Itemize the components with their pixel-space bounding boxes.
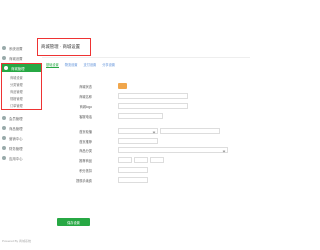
banner-input[interactable] <box>160 128 220 134</box>
apps-icon <box>2 156 6 160</box>
footer: Powered By 商城系统 <box>2 239 32 243</box>
field-label: 提现手续费 <box>76 178 92 183</box>
sidebar-item-label: 商城设置 <box>9 56 23 61</box>
category-select[interactable] <box>118 147 228 153</box>
tab-payment[interactable]: 支付设置 <box>84 62 97 68</box>
box-icon <box>2 126 6 130</box>
form-row-category: 商品分类 <box>70 146 95 154</box>
product-count-input-2[interactable] <box>134 157 148 163</box>
status-toggle[interactable] <box>118 83 127 89</box>
form-row-banner: 首页轮播 <box>70 127 95 135</box>
settings-icon <box>2 46 6 50</box>
field-label: 首页轮播 <box>79 129 92 134</box>
tab-share[interactable]: 分享设置 <box>102 62 115 68</box>
recommend-input[interactable] <box>118 138 158 144</box>
sidebar-item-system[interactable]: 系统设置 <box>2 44 23 52</box>
form-row-name: 商城名称 <box>70 92 95 100</box>
page-title-frame: 商城管理 · 商城设置 <box>37 38 91 56</box>
wallet-icon <box>2 146 6 150</box>
page-title: 商城管理 · 商城设置 <box>41 44 81 49</box>
tab-bar: 基础设置 物流设置 支付设置 分享设置 <box>46 62 115 68</box>
sidebar-item-label: 商品管理 <box>9 126 23 131</box>
sidebar-item-label: 营销中心 <box>9 136 23 141</box>
form-row-fee: 提现手续费 <box>70 176 95 184</box>
form-row-logo: 商城logo <box>70 102 95 110</box>
product-count-input-3[interactable] <box>150 157 164 163</box>
field-label: 推荐商品 <box>79 158 92 163</box>
sidebar-item-apps[interactable]: 应用中心 <box>2 154 23 162</box>
form-row-status: 商城状态 <box>70 82 95 90</box>
sidebar-item-goods[interactable]: 商品管理 <box>2 124 23 132</box>
fee-input[interactable] <box>118 177 148 183</box>
tab-logistics[interactable]: 物流设置 <box>65 62 78 68</box>
megaphone-icon <box>2 136 6 140</box>
field-label: 首页推荐 <box>79 139 92 144</box>
sidebar-item-label: 财务管理 <box>9 146 23 151</box>
form-row-points: 积分抵扣 <box>70 166 95 174</box>
form-row-phone: 客服电话 <box>70 112 95 120</box>
user-icon <box>2 116 6 120</box>
store-icon <box>2 56 6 60</box>
highlight-frame <box>1 63 42 110</box>
form-row-recommend: 首页推荐 <box>70 137 95 145</box>
sidebar-item-members[interactable]: 会员管理 <box>2 114 23 122</box>
field-label: 商城状态 <box>79 84 92 89</box>
sidebar-item-label: 会员管理 <box>9 116 23 121</box>
field-label: 商城logo <box>79 104 92 109</box>
form-row-products: 推荐商品 <box>70 156 95 164</box>
points-input[interactable] <box>118 167 148 173</box>
save-button[interactable]: 保存设置 <box>57 218 90 226</box>
field-label: 商品分类 <box>79 148 92 153</box>
sidebar-item-finance[interactable]: 财务管理 <box>2 144 23 152</box>
product-count-input-1[interactable] <box>118 157 132 163</box>
field-label: 商城名称 <box>79 94 92 99</box>
mall-name-input[interactable] <box>118 93 188 99</box>
header-divider <box>42 57 250 58</box>
sidebar-item-label: 系统设置 <box>9 46 23 51</box>
banner-select[interactable] <box>118 128 158 134</box>
tab-basic[interactable]: 基础设置 <box>46 62 59 68</box>
field-label: 积分抵扣 <box>79 168 92 173</box>
phone-input[interactable] <box>118 113 163 119</box>
field-label: 客服电话 <box>79 114 92 119</box>
sidebar-item-mall[interactable]: 商城设置 <box>2 54 23 62</box>
sidebar-item-marketing[interactable]: 营销中心 <box>2 134 23 142</box>
sidebar-item-label: 应用中心 <box>9 156 23 161</box>
logo-input[interactable] <box>118 103 188 109</box>
